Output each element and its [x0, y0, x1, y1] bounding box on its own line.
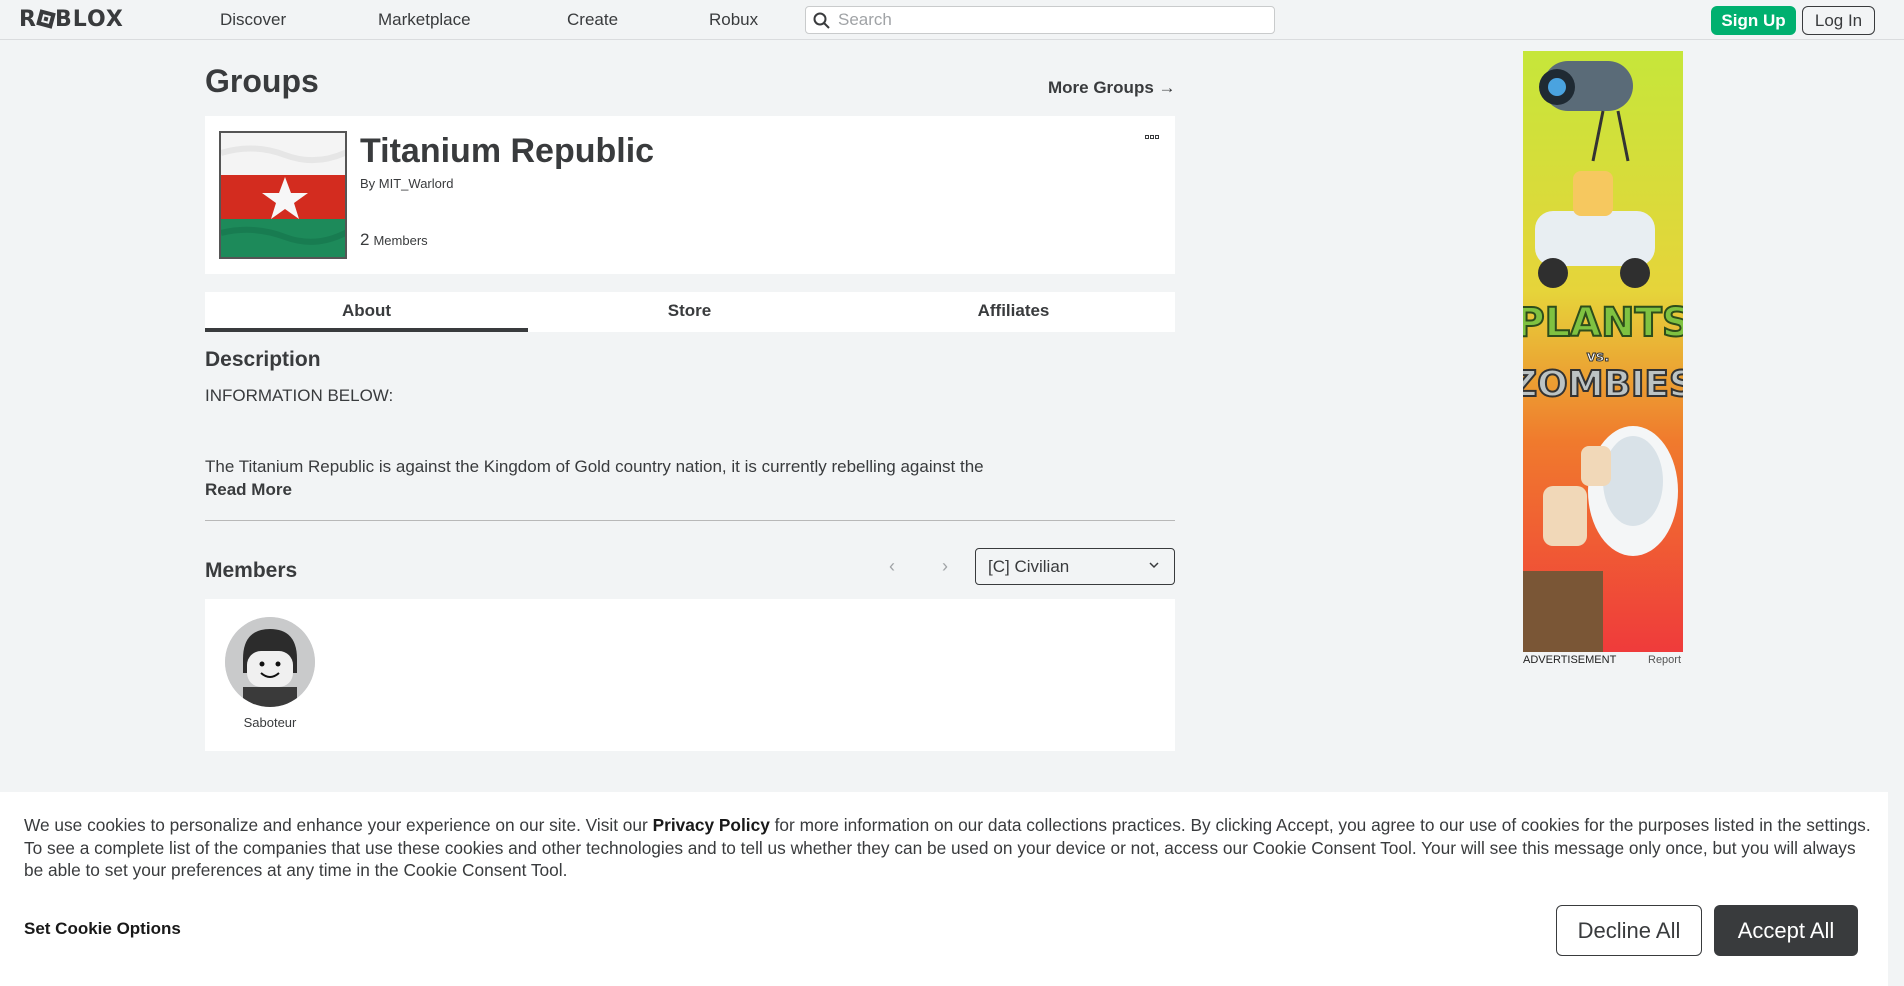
nav-discover[interactable]: Discover [220, 10, 286, 30]
member-count-value: 2 [360, 230, 370, 249]
search-box[interactable] [805, 6, 1275, 34]
role-select-value: [C] Civilian [988, 557, 1070, 576]
description-text-line: The Titanium Republic is against the Kin… [205, 457, 984, 476]
sign-up-button[interactable]: Sign Up [1711, 6, 1796, 35]
top-navigation: R BLOX Discover Marketplace Create Robux … [0, 0, 1904, 40]
member-item[interactable]: Saboteur [225, 617, 315, 730]
section-divider [205, 520, 1175, 521]
accept-all-button[interactable]: Accept All [1714, 905, 1858, 956]
search-icon [813, 12, 830, 29]
advertisement-label: ADVERTISEMENT [1523, 654, 1617, 666]
search-input[interactable] [838, 9, 1258, 31]
nav-marketplace[interactable]: Marketplace [378, 10, 471, 30]
group-emblem [219, 131, 347, 259]
report-ad-link[interactable]: Report [1648, 654, 1681, 666]
svg-text:ZOMBIES: ZOMBIES [1523, 364, 1683, 405]
cookie-message: We use cookies to personalize and enhanc… [24, 814, 1874, 882]
group-header-card: Titanium Republic By MIT_Warlord 2 Member… [205, 116, 1175, 274]
nav-create[interactable]: Create [567, 10, 618, 30]
tab-affiliates[interactable]: Affiliates [852, 292, 1175, 332]
advertisement-image[interactable]: PLANTS vs. ZOMBIES [1523, 51, 1683, 652]
member-name[interactable]: Saboteur [225, 715, 315, 730]
member-count: 2 Members [360, 230, 428, 250]
roblox-logo[interactable]: R BLOX [19, 7, 124, 32]
tab-store[interactable]: Store [528, 292, 851, 332]
more-options-icon[interactable] [1145, 130, 1163, 139]
owner-link[interactable]: MIT_Warlord [379, 176, 454, 191]
read-more-link[interactable]: Read More [205, 480, 292, 500]
pager-next-icon[interactable]: › [942, 556, 948, 577]
chevron-down-icon [1149, 562, 1159, 569]
members-list: Saboteur [205, 599, 1175, 751]
set-cookie-options-link[interactable]: Set Cookie Options [24, 919, 181, 939]
avatar [225, 617, 315, 707]
nav-robux[interactable]: Robux [709, 10, 758, 30]
description-title: Description [205, 348, 321, 371]
flag-emblem-icon [221, 133, 345, 257]
more-groups-link[interactable]: More Groups → [1048, 78, 1176, 98]
pager-prev-icon[interactable]: ‹ [889, 556, 895, 577]
cookie-banner: We use cookies to personalize and enhanc… [0, 792, 1888, 986]
tab-about[interactable]: About [205, 292, 528, 332]
log-in-button[interactable]: Log In [1802, 6, 1875, 35]
group-tabs: About Store Affiliates [205, 292, 1175, 332]
role-select[interactable]: [C] Civilian [975, 548, 1175, 585]
cookie-text-part: We use cookies to personalize and enhanc… [24, 815, 653, 835]
owner-by-label: By [360, 176, 376, 191]
member-count-label: Members [373, 233, 428, 248]
ad-headline: PLANTS [1523, 300, 1683, 346]
decline-all-button[interactable]: Decline All [1556, 905, 1702, 956]
page-title: Groups [205, 63, 319, 99]
logo-mark-icon [36, 9, 56, 29]
privacy-policy-link[interactable]: Privacy Policy [653, 815, 770, 835]
group-owner: By MIT_Warlord [360, 176, 453, 191]
group-name: Titanium Republic [360, 132, 655, 170]
members-title: Members [205, 559, 298, 582]
description-text-line: INFORMATION BELOW: [205, 386, 394, 405]
svg-text:vs.: vs. [1587, 349, 1610, 365]
